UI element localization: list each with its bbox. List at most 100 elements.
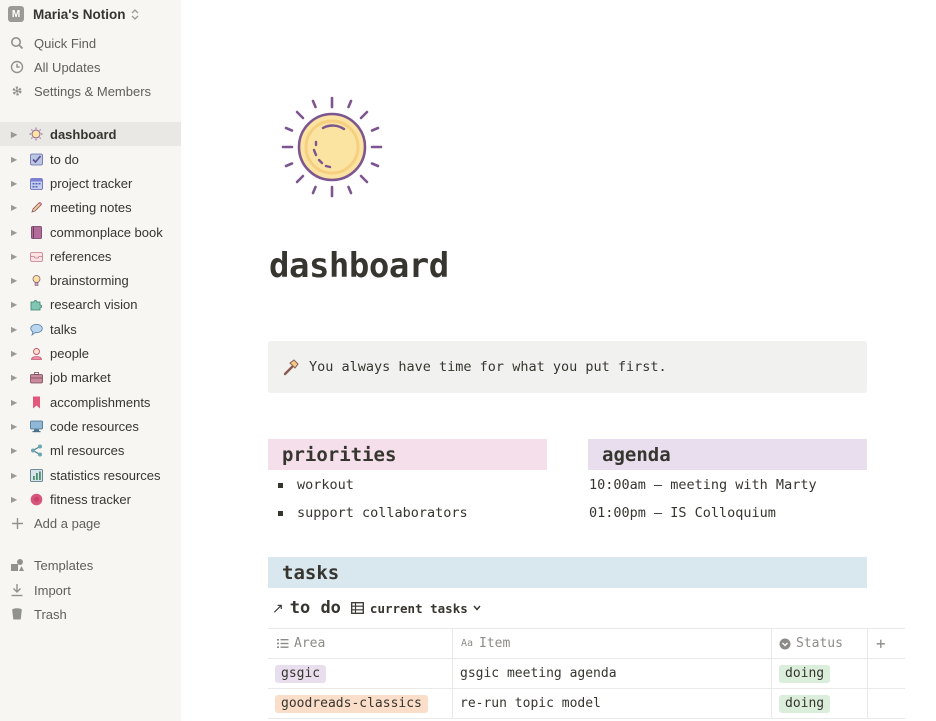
page-content: dashboard You always have time for what … (181, 0, 936, 721)
priority-item[interactable]: support collaborators (278, 503, 468, 523)
expand-triangle-icon[interactable]: ▶ (11, 228, 21, 237)
column-label: Status (796, 636, 843, 651)
tasks-heading[interactable]: tasks (268, 557, 867, 588)
sidebar-item-label: ml resources (50, 442, 125, 458)
sidebar-item-label: research vision (50, 296, 138, 312)
agenda-item[interactable]: 01:00pm — IS Colloquium (589, 503, 776, 523)
sidebar-item-research-vision[interactable]: ▶ research vision (0, 292, 181, 316)
expand-triangle-icon[interactable]: ▶ (11, 422, 21, 431)
sidebar-item-references[interactable]: ▶ references (0, 244, 181, 268)
sidebar-item-project-tracker[interactable]: ▶ project tracker (0, 171, 181, 195)
database-title[interactable]: to do (290, 598, 341, 618)
share-emoji-icon (28, 442, 44, 458)
trash-icon (9, 606, 25, 622)
workspace-avatar: M (8, 6, 24, 22)
workspace-switcher[interactable]: M Maria's Notion (8, 5, 139, 23)
area-tag: goodreads-classics (275, 694, 428, 713)
add-column-button[interactable]: + (876, 629, 886, 658)
sidebar-item-label: fitness tracker (50, 491, 131, 507)
hammer-icon (281, 357, 301, 377)
text-aa-icon: Aa (460, 638, 474, 649)
column-header-area[interactable]: Area (276, 629, 325, 658)
expand-triangle-icon[interactable]: ▶ (11, 349, 21, 358)
table-row[interactable]: goodreads-classics re-run topic model do… (268, 689, 905, 719)
column-header-status[interactable]: Status (778, 629, 843, 658)
area-tag: gsgic (275, 664, 327, 683)
sidebar-item-to-do[interactable]: ▶ to do (0, 147, 181, 171)
sun-emoji-icon (28, 126, 44, 142)
priority-item[interactable]: workout (278, 475, 354, 495)
linked-database-header: ↗ to do current tasks (272, 597, 481, 619)
expand-triangle-icon[interactable]: ▶ (11, 252, 21, 261)
sidebar-quick-find[interactable]: Quick Find (0, 31, 181, 55)
bullet-dot (278, 510, 283, 516)
sidebar-item-ml-resources[interactable]: ▶ ml resources (0, 438, 181, 462)
book-emoji-icon (28, 224, 44, 240)
status-cell[interactable]: doing (779, 659, 831, 688)
area-cell[interactable]: gsgic (275, 659, 327, 688)
expand-triangle-icon[interactable]: ▶ (11, 325, 21, 334)
sidebar-item-commonplace-book[interactable]: ▶ commonplace book (0, 220, 181, 244)
sidebar-import[interactable]: Import (0, 578, 181, 602)
agenda-item[interactable]: 10:00am — meeting with Marty (589, 475, 817, 495)
sidebar-item-fitness-tracker[interactable]: ▶ fitness tracker (0, 487, 181, 511)
expand-triangle-icon[interactable]: ▶ (11, 471, 21, 480)
agenda-heading[interactable]: agenda (588, 439, 867, 470)
expand-triangle-icon[interactable]: ▶ (11, 446, 21, 455)
sidebar-item-talks[interactable]: ▶ talks (0, 317, 181, 341)
sidebar-item-label: people (50, 345, 90, 361)
sidebar-bottom-label: Templates (34, 557, 94, 573)
item-cell[interactable]: gsgic meeting agenda (460, 659, 617, 688)
sidebar-bottom-label: Trash (34, 606, 67, 622)
table-header-row: Area Aa Item Status + (268, 628, 905, 659)
expand-triangle-icon[interactable]: ▶ (11, 130, 21, 139)
sidebar-item-people[interactable]: ▶ people (0, 341, 181, 365)
sidebar-item-job-market[interactable]: ▶ job market (0, 365, 181, 389)
sidebar-item-label: to do (50, 151, 79, 167)
callout-text: You always have time for what you put fi… (309, 359, 667, 375)
sidebar-item-code-resources[interactable]: ▶ code resources (0, 414, 181, 438)
link-arrow-icon[interactable]: ↗ (272, 600, 284, 617)
expand-triangle-icon[interactable]: ▶ (11, 276, 21, 285)
expand-triangle-icon[interactable]: ▶ (11, 155, 21, 164)
sidebar-item-label: meeting notes (50, 199, 132, 215)
expand-triangle-icon[interactable]: ▶ (11, 179, 21, 188)
page-icon-sun[interactable] (280, 95, 384, 199)
column-header-item[interactable]: Aa Item (459, 629, 510, 658)
add-page-button[interactable]: Add a page (0, 511, 181, 535)
list-icon (276, 637, 290, 651)
priority-item-text: support collaborators (297, 505, 468, 521)
import-icon (9, 582, 25, 598)
priorities-heading[interactable]: priorities (268, 439, 547, 470)
sidebar-settings[interactable]: Settings & Members (0, 79, 181, 103)
circle-emoji-icon (28, 491, 44, 507)
table-row[interactable]: gsgic gsgic meeting agenda doing (268, 659, 905, 689)
calendar-emoji-icon (28, 175, 44, 191)
sidebar-trash[interactable]: Trash (0, 602, 181, 626)
view-selector[interactable]: current tasks (350, 601, 481, 616)
sidebar-item-meeting-notes[interactable]: ▶ meeting notes (0, 195, 181, 219)
priority-item-text: workout (297, 477, 354, 493)
sidebar-item-dashboard[interactable]: ▶ dashboard (0, 122, 181, 146)
lightbulb-emoji-icon (28, 272, 44, 288)
quote-callout[interactable]: You always have time for what you put fi… (268, 341, 867, 393)
expand-triangle-icon[interactable]: ▶ (11, 373, 21, 382)
item-cell[interactable]: re-run topic model (460, 689, 601, 718)
sidebar-item-brainstorming[interactable]: ▶ brainstorming (0, 268, 181, 292)
sidebar-item-label: statistics resources (50, 467, 161, 483)
column-label: Area (294, 636, 326, 651)
status-cell[interactable]: doing (779, 689, 831, 718)
expand-triangle-icon[interactable]: ▶ (11, 300, 21, 309)
page-title[interactable]: dashboard (269, 246, 449, 286)
sidebar-item-statistics-resources[interactable]: ▶ statistics resources (0, 463, 181, 487)
expand-triangle-icon[interactable]: ▶ (11, 495, 21, 504)
column-label: Item (479, 636, 511, 651)
status-tag: doing (779, 694, 831, 713)
sidebar-all-updates[interactable]: All Updates (0, 55, 181, 79)
sidebar-templates[interactable]: Templates (0, 553, 181, 577)
sidebar-item-accomplishments[interactable]: ▶ accomplishments (0, 390, 181, 414)
expand-triangle-icon[interactable]: ▶ (11, 203, 21, 212)
area-cell[interactable]: goodreads-classics (275, 689, 428, 718)
sidebar-top-label: All Updates (34, 59, 101, 75)
expand-triangle-icon[interactable]: ▶ (11, 398, 21, 407)
